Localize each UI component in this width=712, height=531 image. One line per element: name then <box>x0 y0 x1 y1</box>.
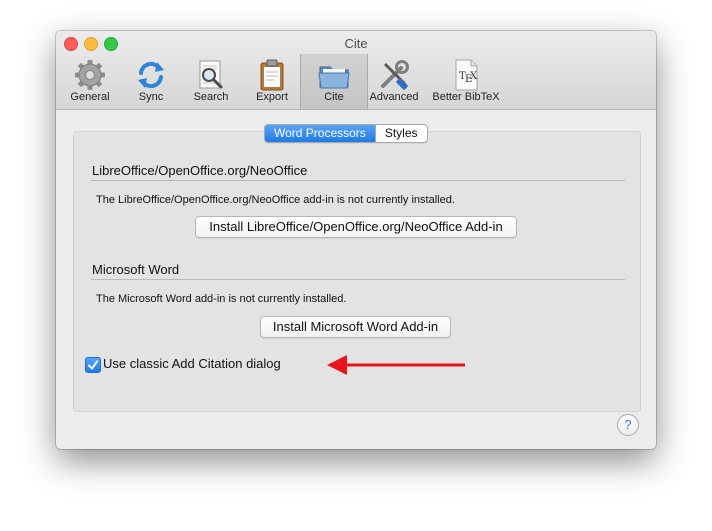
toolbar-label-advanced: Advanced <box>369 91 419 103</box>
msword-section-divider <box>91 279 625 280</box>
toolbar-item-cite[interactable]: Cite <box>300 54 368 109</box>
checkmark-icon <box>88 360 98 370</box>
install-libreoffice-addin-button[interactable]: Install LibreOffice/OpenOffice.org/NeoOf… <box>195 216 517 238</box>
toolbar-item-export[interactable]: Export <box>239 54 305 109</box>
toolbar-label-export: Export <box>256 91 288 103</box>
tex-document-icon: T E X <box>455 59 478 91</box>
classic-dialog-label[interactable]: Use classic Add Citation dialog <box>103 356 281 371</box>
clipboard-icon <box>260 59 284 91</box>
cite-tab-switcher: Word Processors Styles <box>264 124 428 143</box>
tools-icon <box>381 60 409 90</box>
toolbar-label-general: General <box>70 91 110 103</box>
preferences-window: Cite General Sync Search Export Cite Adv… <box>56 31 656 449</box>
gear-icon <box>75 60 105 90</box>
tab-word-processors[interactable]: Word Processors <box>265 125 375 142</box>
toolbar-label-search: Search <box>193 91 229 103</box>
red-arrow-annotation <box>327 355 465 375</box>
toolbar: Cite General Sync Search Export Cite Adv… <box>56 31 656 110</box>
sync-icon <box>138 61 164 89</box>
libreoffice-status-text: The LibreOffice/OpenOffice.org/NeoOffice… <box>96 194 455 206</box>
toolbar-item-search[interactable]: Search <box>178 54 244 109</box>
classic-dialog-checkbox[interactable] <box>85 357 101 373</box>
toolbar-label-cite: Cite <box>324 91 344 103</box>
libreoffice-section-title: LibreOffice/OpenOffice.org/NeoOffice <box>92 163 308 178</box>
toolbar-item-general[interactable]: General <box>57 54 123 109</box>
toolbar-item-better-bibtex[interactable]: T E X Better BibTeX <box>431 54 501 109</box>
tab-styles[interactable]: Styles <box>374 125 427 142</box>
libreoffice-section-divider <box>91 180 625 181</box>
search-icon <box>199 60 223 89</box>
svg-text:X: X <box>470 71 478 82</box>
toolbar-item-sync[interactable]: Sync <box>118 54 184 109</box>
install-msword-addin-button[interactable]: Install Microsoft Word Add-in <box>260 316 451 338</box>
folder-icon <box>318 66 350 89</box>
toolbar-item-advanced[interactable]: Advanced <box>361 54 427 109</box>
msword-status-text: The Microsoft Word add-in is not current… <box>96 293 347 305</box>
msword-section-title: Microsoft Word <box>92 262 180 277</box>
toolbar-label-better-bibtex: Better BibTeX <box>432 91 500 103</box>
window-title: Cite <box>344 36 368 51</box>
toolbar-label-sync: Sync <box>138 91 164 103</box>
help-button[interactable]: ? <box>617 414 639 436</box>
